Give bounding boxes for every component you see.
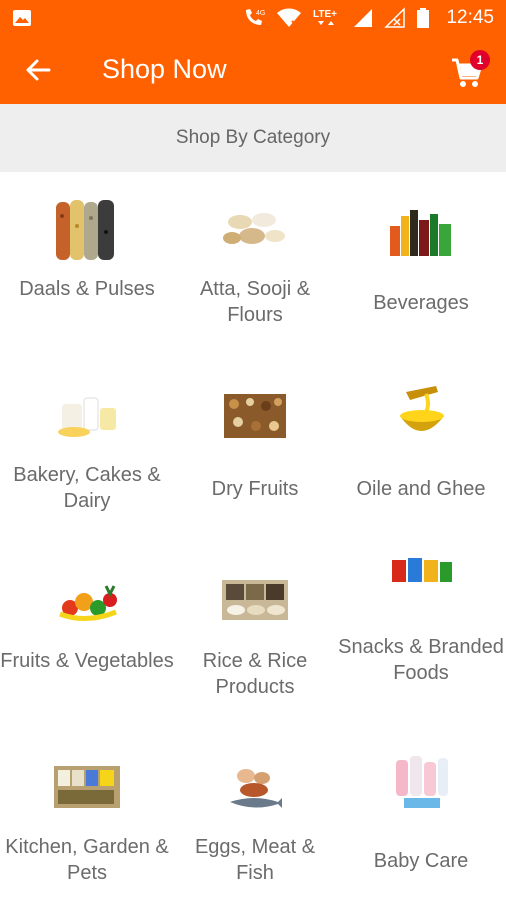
baby-care-image (396, 756, 448, 808)
gallery-notification-icon (12, 8, 32, 32)
category-label: Snacks & Branded Foods (338, 636, 504, 684)
category-dry-fruits[interactable]: Dry Fruits (174, 358, 336, 544)
category-oil-ghee[interactable]: Oile and Ghee (336, 358, 506, 544)
battery-icon (416, 7, 430, 29)
snacks-branded-image (392, 558, 452, 582)
fruits-vegetables-image (59, 585, 117, 621)
category-beverages[interactable]: Beverages (336, 172, 506, 358)
cart-count-badge: 1 (470, 50, 490, 70)
category-atta-flours[interactable]: Atta, Sooji & Flours (174, 172, 336, 358)
category-label: Baby Care (373, 850, 469, 872)
wifi-icon (276, 7, 302, 29)
svg-text:4G: 4G (256, 10, 265, 17)
status-time: 12:45 (446, 7, 494, 28)
category-baby-care[interactable]: Baby Care (336, 730, 506, 900)
oil-ghee-image (400, 386, 444, 431)
call-4g-icon: 4G (242, 7, 266, 29)
signal-empty-icon (384, 7, 406, 29)
category-label: Atta, Sooji & Flours (199, 278, 311, 326)
page-title: Shop Now (102, 54, 227, 84)
category-snacks-branded[interactable]: Snacks & Branded Foods (336, 544, 506, 730)
category-eggs-meat-fish[interactable]: Eggs, Meat & Fish (174, 730, 336, 900)
category-rice-products[interactable]: Rice & Rice Products (174, 544, 336, 730)
category-header: Shop By Category (0, 104, 506, 172)
daals-pulses-image (56, 200, 114, 260)
category-label: Eggs, Meat & Fish (194, 836, 316, 884)
status-bar: 4G LTE+ 12:45 (0, 0, 506, 36)
category-daals-pulses[interactable]: Daals & Pulses (0, 172, 174, 358)
category-label: Kitchen, Garden & Pets (5, 836, 169, 884)
category-label: Oile and Ghee (356, 478, 486, 500)
eggs-meat-fish-image (230, 769, 282, 808)
lte-icon: LTE+ (312, 7, 342, 29)
atta-flours-image (223, 213, 285, 244)
category-fruits-vegetables[interactable]: Fruits & Vegetables (0, 544, 174, 730)
category-grid: Daals & Pulses Atta, Sooji & Flours Beve… (0, 172, 506, 900)
category-label: Daals & Pulses (19, 278, 155, 300)
signal-icon (352, 7, 374, 29)
category-label: Fruits & Vegetables (0, 650, 174, 672)
bakery-dairy-image (58, 397, 116, 437)
category-bakery-dairy[interactable]: Bakery, Cakes & Dairy (0, 358, 174, 544)
category-header-title: Shop By Category (175, 127, 331, 148)
beverages-image (390, 210, 451, 256)
cart-button[interactable]: 1 (450, 50, 490, 90)
back-button[interactable] (22, 54, 54, 86)
dry-fruits-image (224, 394, 286, 438)
kitchen-garden-pets-image (54, 766, 120, 808)
category-label: Bakery, Cakes & Dairy (13, 464, 161, 512)
category-kitchen-garden-pets[interactable]: Kitchen, Garden & Pets (0, 730, 174, 900)
category-label: Beverages (373, 292, 469, 314)
app-bar: Shop Now 1 (0, 36, 506, 104)
arrow-back-icon (26, 59, 51, 81)
svg-text:LTE+: LTE+ (313, 9, 337, 20)
category-label: Dry Fruits (211, 478, 299, 500)
rice-products-image (222, 580, 288, 620)
category-label: Rice & Rice Products (202, 650, 308, 698)
